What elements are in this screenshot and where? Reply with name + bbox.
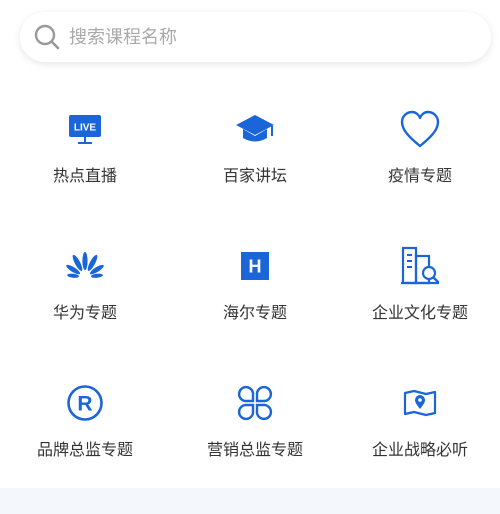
map-pin-icon	[399, 382, 441, 424]
haier-h-icon: H	[234, 245, 276, 287]
category-item-huawei[interactable]: 华为专题	[0, 223, 170, 360]
svg-text:R: R	[77, 393, 92, 416]
svg-text:LIVE: LIVE	[74, 123, 97, 134]
category-item-brand-director[interactable]: R 品牌总监专题	[0, 360, 170, 497]
category-label: 品牌总监专题	[36, 440, 133, 459]
registered-trademark-icon: R	[64, 382, 106, 424]
category-grid: LIVE 热点直播 百家讲坛 疫情专题 华为专题 H 海尔专题 企业文化专题 R…	[0, 86, 500, 497]
category-item-corporate-strategy[interactable]: 企业战略必听	[340, 360, 500, 497]
category-label: 百家讲坛	[222, 166, 287, 185]
category-label: 企业文化专题	[371, 303, 468, 322]
category-item-haier[interactable]: H 海尔专题	[170, 223, 340, 360]
category-label: 海尔专题	[222, 303, 287, 322]
category-label: 疫情专题	[387, 166, 452, 185]
category-label: 华为专题	[52, 303, 117, 322]
heart-icon	[399, 108, 441, 150]
bottom-divider-band	[0, 488, 500, 514]
category-item-marketing-director[interactable]: 营销总监专题	[170, 360, 340, 497]
svg-text:H: H	[249, 257, 262, 277]
category-item-lecture-room[interactable]: 百家讲坛	[170, 86, 340, 223]
category-item-epidemic[interactable]: 疫情专题	[340, 86, 500, 223]
category-label: 热点直播	[52, 166, 117, 185]
building-search-icon	[399, 245, 441, 287]
graduation-cap-icon	[234, 108, 276, 150]
search-bar[interactable]	[20, 12, 491, 62]
category-item-corporate-culture[interactable]: 企业文化专题	[340, 223, 500, 360]
huawei-logo-icon	[64, 245, 106, 287]
category-item-hot-live[interactable]: LIVE 热点直播	[0, 86, 170, 223]
live-tv-icon: LIVE	[64, 108, 106, 150]
four-leaf-clover-icon	[234, 382, 276, 424]
category-label: 营销总监专题	[206, 440, 303, 459]
search-input[interactable]	[67, 25, 451, 49]
search-icon	[34, 24, 60, 50]
category-label: 企业战略必听	[371, 440, 468, 459]
